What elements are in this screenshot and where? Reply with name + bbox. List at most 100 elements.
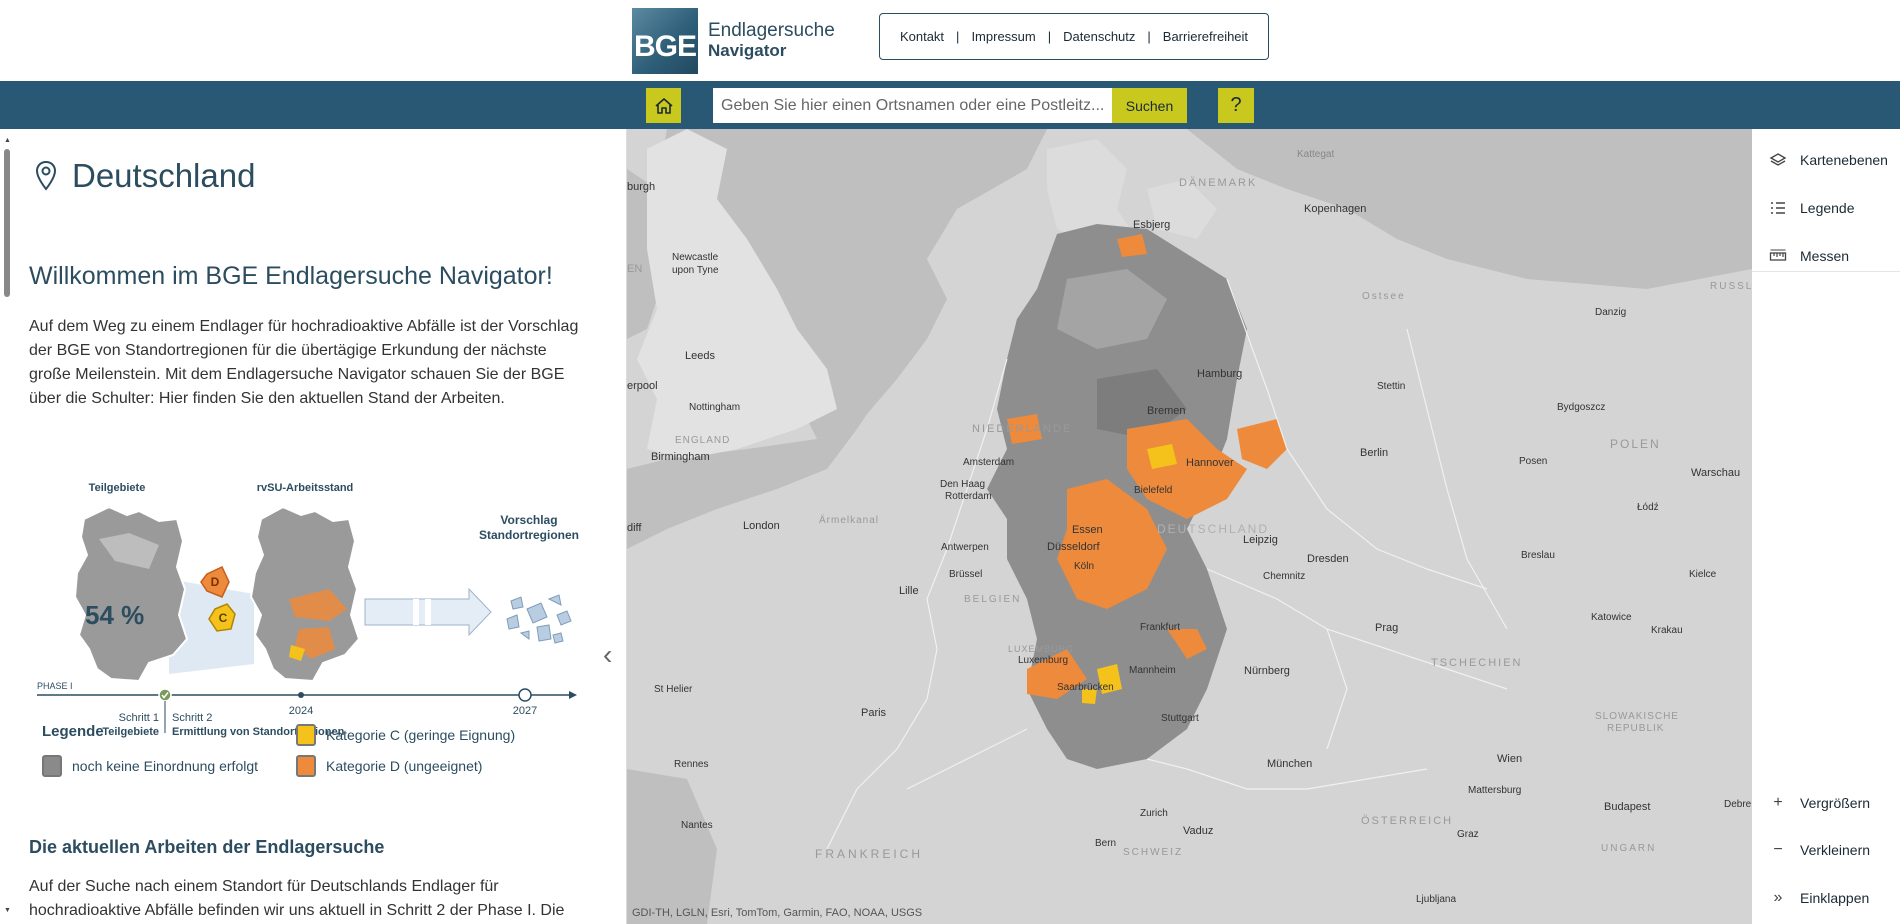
label-russland: RUSSLA [1710,281,1752,292]
label-rvsu: rvSU-Arbeitsstand [257,482,354,494]
label-bielefeld: Bielefeld [1134,485,1173,496]
legend-label-c: Kategorie C (geringe Eignung) [326,727,516,743]
marker-2024 [298,692,304,698]
home-button[interactable] [646,88,681,123]
tool-messen[interactable]: Messen [1752,233,1900,279]
label-luxemburg-city: Luxemburg [1018,655,1069,666]
label-graz: Graz [1457,829,1479,840]
label-polen: POLEN [1610,437,1661,451]
region-fragments [506,594,572,644]
label-nuernberg: Nürnberg [1244,665,1290,677]
tool-einklappen-label: Einklappen [1800,890,1870,906]
section-text: Auf der Suche nach einem Standort für De… [29,878,565,919]
label-esbjerg: Esbjerg [1133,219,1171,231]
tool-legende[interactable]: Legende [1752,185,1900,231]
label-ostsee: Ostsee [1362,291,1406,302]
bge-logo[interactable]: BGE Endlagersuche Navigator [632,8,835,74]
badge-c: C [219,611,228,625]
label-standortregionen: Standortregionen [479,528,579,542]
ruler-icon [1768,248,1788,264]
label-bern: Bern [1095,838,1117,849]
search-button[interactable]: Suchen [1112,88,1187,123]
marker-2027 [518,688,532,702]
label-ungarn: UNGARN [1601,843,1657,854]
welcome-heading: Willkommen im BGE Endlagersuche Navigato… [29,262,553,290]
label-birmingham: Birmingham [651,451,710,463]
tool-messen-label: Messen [1800,248,1850,264]
label-leipzig: Leipzig [1243,534,1278,546]
label-bremen: Bremen [1147,405,1186,417]
link-separator: | [1147,29,1151,44]
label-bruessel: Brüssel [949,569,983,580]
link-separator: | [1047,29,1052,44]
label-frankfurt: Frankfurt [1140,622,1181,633]
location-header: Deutschland [34,157,255,195]
label-berlin: Berlin [1360,447,1389,459]
list-icon [1768,200,1788,216]
label-london: London [743,520,780,532]
legend-item-c: Kategorie C (geringe Eignung) [296,724,515,746]
label-sthelier: St Helier [654,684,693,695]
link-kontakt[interactable]: Kontakt [900,29,944,44]
label-antwerpen: Antwerpen [941,542,989,553]
map-tools: Kartenebenen Legende Messen + Vergrößern… [1752,129,1900,924]
search-input[interactable] [713,88,1112,123]
label-katowice: Katowice [1591,612,1632,623]
map-view[interactable]: Kattegat DÄNEMARK Kopenhagen Esbjerg bur… [627,129,1752,924]
logo-mark: BGE [632,8,698,74]
label-amsterdam: Amsterdam [963,457,1015,468]
logo-title: Endlagersuche [708,20,835,41]
link-impressum[interactable]: Impressum [971,29,1035,44]
scroll-down-arrow[interactable]: ▼ [4,907,11,914]
tool-einklappen[interactable]: » Einklappen [1752,875,1900,921]
label-newcastle-2: upon Tyne [672,265,719,276]
label-hamburg: Hamburg [1197,368,1243,380]
step1-label: Schritt 1 [119,712,159,724]
label-daenemark: DÄNEMARK [1179,177,1258,189]
help-button[interactable]: ? [1218,88,1254,123]
logo-subtitle: Navigator [708,41,787,60]
scroll-up-arrow[interactable]: ▲ [4,137,11,144]
tool-vergroessern-label: Vergrößern [1800,795,1871,811]
scroll-thumb[interactable] [4,149,10,297]
label-koeln: Köln [1074,561,1095,572]
label-england: ENGLAND [675,435,731,446]
process-infographic: 54 % D C Teilgebiete rvSU-Arbeitsstand V… [37,482,579,738]
tool-kartenebenen-label: Kartenebenen [1800,152,1888,168]
label-rennes: Rennes [674,759,709,770]
link-barrierefreiheit[interactable]: Barrierefreiheit [1163,29,1248,44]
home-icon [654,97,673,114]
tool-kartenebenen[interactable]: Kartenebenen [1752,137,1900,183]
tool-verkleinern[interactable]: − Verkleinern [1752,827,1900,873]
step1-check-icon [158,688,172,702]
link-datenschutz[interactable]: Datenschutz [1063,29,1135,44]
label-danzig: Danzig [1595,307,1627,318]
layers-icon [1768,152,1788,168]
label-tschechien: TSCHECHIEN [1431,657,1523,669]
label-chemnitz: Chemnitz [1263,571,1306,582]
label-liverpool: erpool [627,380,658,392]
label-republik: REPUBLIK [1607,723,1665,734]
label-duesseldorf: Düsseldorf [1047,541,1100,553]
panel-scrollbar[interactable]: ▲ ▼ [0,129,14,924]
percent-label: 54 % [85,600,144,630]
legend-swatch-yellow [296,724,316,746]
map-attribution: GDI-TH, LGLN, Esri, TomTom, Garmin, FAO,… [632,907,923,919]
legend-swatch-orange [296,755,316,777]
label-prag: Prag [1375,622,1399,634]
intro-text: Auf dem Weg zu einem Endlager für hochra… [29,318,579,407]
year-2024: 2024 [289,705,313,717]
label-zurich: Zurich [1140,808,1168,819]
section-heading: Die aktuellen Arbeiten der Endlagersuche [29,837,385,857]
legend-item-none: noch keine Einordnung erfolgt [42,755,258,777]
label-belgien: BELGIEN [964,594,1022,605]
map-pin-icon [35,160,57,191]
collapse-panel-chevron-icon[interactable]: ‹ [603,639,612,671]
label-krakau: Krakau [1651,625,1683,636]
label-breslau: Breslau [1521,550,1555,561]
tool-vergroessern[interactable]: + Vergrößern [1752,780,1900,826]
top-links: Kontakt | Impressum | Datenschutz | Barr… [879,13,1269,60]
label-cardiff: diff [627,522,642,534]
label-slowakische: SLOWAKISCHE [1595,711,1679,722]
info-panel: ▲ ▼ Deutschland Willkommen im BGE Endlag… [0,129,627,924]
